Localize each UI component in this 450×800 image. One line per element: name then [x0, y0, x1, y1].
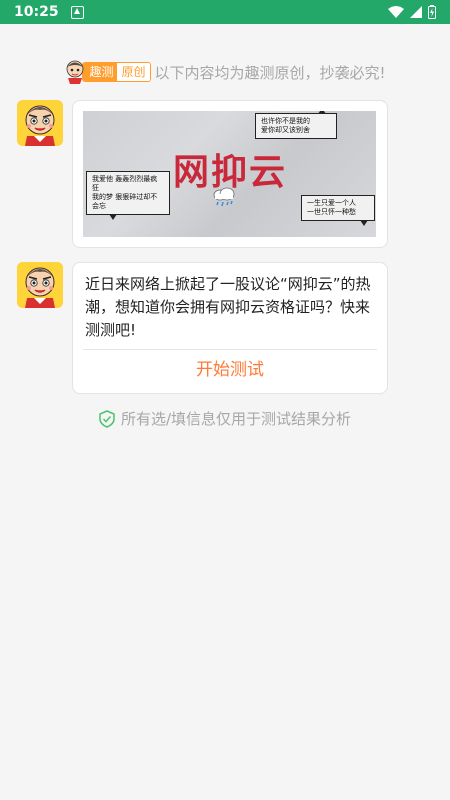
original-notice: 趣测 原创 以下内容均为趣测原创，抄袭必究! — [0, 60, 450, 84]
speech-line: 我爱他 轰轰烈烈最疯狂 — [92, 175, 158, 192]
speech-bubble-bottom-right: 一生只爱一个人 一世只怀一种愁 — [301, 195, 375, 226]
speech-bubble-left: 我爱他 轰轰烈烈最疯狂 我的梦 狠狠碎过却不会忘 — [86, 171, 170, 220]
speech-line: 也许你不是我的 — [261, 117, 310, 125]
shield-check-icon — [99, 409, 115, 428]
speech-line: 一世只怀一种愁 — [307, 208, 356, 216]
speech-line: 一生只爱一个人 — [307, 199, 356, 207]
brand-label-left: 趣测 — [83, 63, 118, 81]
status-time: 10:25 — [14, 4, 59, 20]
mascot-icon — [67, 60, 84, 84]
cover-image[interactable]: 也许你不是我的 爱你却又该别舍 我爱他 轰轰烈烈最疯狂 我的梦 狠狠碎过却不会忘… — [83, 111, 376, 237]
notice-text: 以下内容均为趣测原创，抄袭必究! — [154, 63, 386, 82]
brand-badge: 趣测 原创 — [64, 60, 151, 84]
image-message-bubble[interactable]: 也许你不是我的 爱你却又该别舍 我爱他 轰轰烈烈最疯狂 我的梦 狠狠碎过却不会忘… — [72, 100, 388, 248]
mascot-avatar-icon — [17, 100, 63, 146]
status-icons — [388, 5, 436, 19]
privacy-text: 所有选/填信息仅用于测试结果分析 — [120, 410, 352, 428]
speech-line: 我的梦 狠狠碎过却不会忘 — [92, 193, 158, 210]
start-test-button[interactable]: 开始测试 — [73, 355, 387, 385]
notification-icon — [70, 5, 84, 19]
avatar — [17, 262, 63, 308]
wifi-icon — [388, 6, 404, 18]
rain-cloud-icon — [213, 187, 235, 207]
text-message-bubble: 近日来网络上掀起了一股议论“网抑云”的热潮，想知道你会拥有网抑云资格证吗？快来测… — [72, 262, 388, 394]
speech-line: 爱你却又该别舍 — [261, 126, 310, 134]
status-bar: 10:25 — [0, 0, 450, 24]
message-text: 近日来网络上掀起了一股议论“网抑云”的热潮，想知道你会拥有网抑云资格证吗？快来测… — [85, 275, 371, 339]
signal-icon — [410, 6, 422, 18]
battery-icon — [428, 5, 436, 19]
brand-label: 趣测 原创 — [82, 62, 151, 82]
brand-label-right: 原创 — [117, 63, 150, 81]
privacy-notice: 所有选/填信息仅用于测试结果分析 — [0, 408, 450, 429]
mascot-avatar-icon — [17, 262, 63, 308]
divider — [83, 349, 377, 350]
speech-bubble-top-right: 也许你不是我的 爱你却又该别舍 — [255, 111, 337, 139]
avatar — [17, 100, 63, 146]
